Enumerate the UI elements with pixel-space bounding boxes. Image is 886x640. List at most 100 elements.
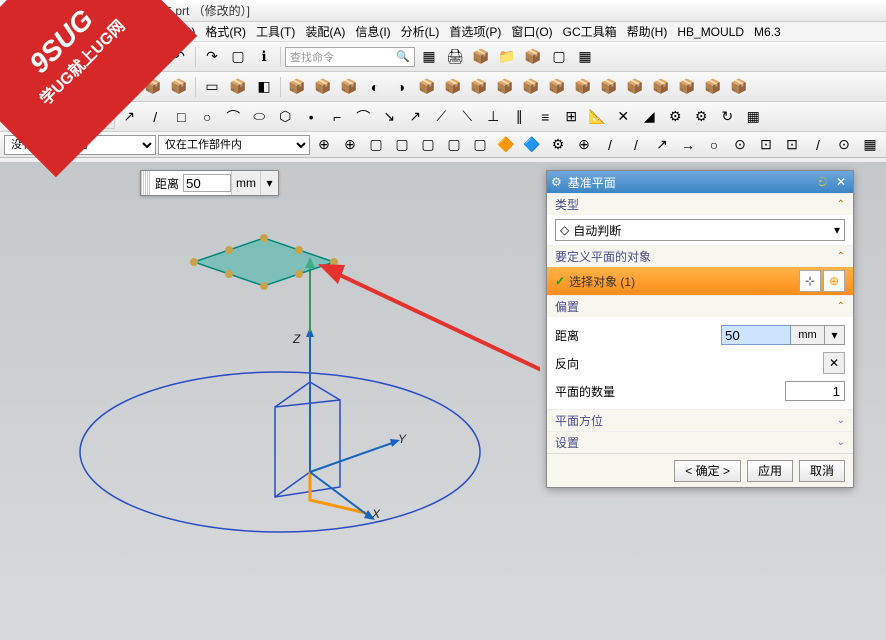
filter-tool[interactable]: ⊙ xyxy=(728,133,752,157)
sketch-tool[interactable]: / xyxy=(143,105,167,129)
filter-tool[interactable]: ⊡ xyxy=(780,133,804,157)
sketch-tool[interactable]: ⌒ xyxy=(221,105,245,129)
filter-tool[interactable]: / xyxy=(598,133,622,157)
menu-item[interactable]: 工具(T) xyxy=(256,23,295,40)
sketch-tool[interactable]: ⟍ xyxy=(455,105,479,129)
filter-tool[interactable]: ⊕ xyxy=(572,133,596,157)
toolbar-button[interactable]: 📦 xyxy=(337,75,361,99)
sketch-tool[interactable]: ◢ xyxy=(637,105,661,129)
toolbar-button[interactable]: 📦 xyxy=(597,75,621,99)
toolbar-button[interactable]: 📦 xyxy=(727,75,751,99)
toolbar-button[interactable]: ▭ xyxy=(200,75,224,99)
toolbar-button[interactable]: 📦 xyxy=(311,75,335,99)
selection-tool-2[interactable]: ⊕ xyxy=(823,270,845,292)
sketch-tool[interactable]: ⚙ xyxy=(689,105,713,129)
toolbar-button[interactable]: 📦 xyxy=(467,75,491,99)
selection-row[interactable]: ✓ 选择对象 (1) ⊹ ⊕ xyxy=(547,267,853,295)
cancel-button[interactable]: 取消 xyxy=(799,460,845,482)
apply-button[interactable]: 应用 xyxy=(747,460,793,482)
section-objects-header[interactable]: 要定义平面的对象 ⌃ xyxy=(547,245,853,267)
toolbar-button[interactable]: ◑ xyxy=(389,75,413,99)
filter-tool[interactable]: / xyxy=(624,133,648,157)
menu-item[interactable]: 帮助(H) xyxy=(627,23,668,40)
sketch-tool[interactable]: ▦ xyxy=(741,105,765,129)
filter-tool[interactable]: → xyxy=(676,133,700,157)
filter-tool[interactable]: / xyxy=(806,133,830,157)
sketch-tool[interactable]: ↻ xyxy=(715,105,739,129)
type-dropdown[interactable]: ◇ 自动判断 ▾ xyxy=(555,219,845,241)
menu-item[interactable]: 格式(R) xyxy=(205,23,246,40)
toolbar-button[interactable]: 📦 xyxy=(285,75,309,99)
toolbar-button[interactable]: 📦 xyxy=(493,75,517,99)
section-offset-header[interactable]: 偏置 ⌃ xyxy=(547,295,853,317)
filter-tool[interactable]: 🔷 xyxy=(520,133,544,157)
filter-tool[interactable]: ⊕ xyxy=(338,133,362,157)
sketch-tool[interactable]: ⟋ xyxy=(429,105,453,129)
toolbar-button[interactable]: 📁 xyxy=(495,45,519,69)
filter-tool[interactable]: ▢ xyxy=(416,133,440,157)
toolbar-button[interactable]: 📦 xyxy=(521,45,545,69)
section-settings-header[interactable]: 设置 ⌄ xyxy=(547,431,853,453)
filter-tool[interactable]: ▢ xyxy=(468,133,492,157)
toolbar-button[interactable]: ▦ xyxy=(417,45,441,69)
filter-tool[interactable]: ⊡ xyxy=(754,133,778,157)
menu-item[interactable]: GC工具箱 xyxy=(563,23,617,40)
filter-tool[interactable]: ⊙ xyxy=(832,133,856,157)
toolbar-button[interactable]: 📦 xyxy=(571,75,595,99)
toolbar-button[interactable]: 📦 xyxy=(167,75,191,99)
menu-item[interactable]: 信息(I) xyxy=(355,23,390,40)
menu-item[interactable]: HB_MOULD xyxy=(677,25,744,39)
close-icon[interactable]: ✕ xyxy=(833,175,849,189)
toolbar-button[interactable]: 📦 xyxy=(623,75,647,99)
toolbar-button[interactable]: ▢ xyxy=(547,45,571,69)
sketch-tool[interactable]: □ xyxy=(169,105,193,129)
toolbar-button[interactable]: ◐ xyxy=(363,75,387,99)
filter-tool[interactable]: ⚙ xyxy=(546,133,570,157)
filter-tool[interactable]: ▢ xyxy=(390,133,414,157)
toolbar-button[interactable]: 📦 xyxy=(226,75,250,99)
sketch-tool[interactable]: ⚙ xyxy=(663,105,687,129)
selection-tool-1[interactable]: ⊹ xyxy=(799,270,821,292)
reverse-button[interactable]: ✕ xyxy=(823,352,845,374)
toolbar-button[interactable]: 📦 xyxy=(441,75,465,99)
sketch-tool[interactable]: ⊞ xyxy=(559,105,583,129)
menu-item[interactable]: M6.3 xyxy=(754,25,781,39)
filter-tool[interactable]: ▢ xyxy=(364,133,388,157)
filter-tool[interactable]: ○ xyxy=(702,133,726,157)
toolbar-button[interactable]: 📦 xyxy=(649,75,673,99)
menu-item[interactable]: 装配(A) xyxy=(305,23,345,40)
sketch-tool[interactable]: ○ xyxy=(195,105,219,129)
sketch-tool[interactable]: ≡ xyxy=(533,105,557,129)
sketch-tool[interactable]: ↘ xyxy=(377,105,401,129)
dialog-titlebar[interactable]: ⚙ 基准平面 ච ✕ xyxy=(547,171,853,193)
toolbar-button[interactable]: ▦ xyxy=(573,45,597,69)
toolbar-button[interactable]: 📦 xyxy=(519,75,543,99)
filter-tool[interactable]: ⊕ xyxy=(312,133,336,157)
sketch-tool[interactable]: ⌐ xyxy=(325,105,349,129)
ok-button[interactable]: < 确定 > xyxy=(674,460,741,482)
filter-tool[interactable]: ▦ xyxy=(858,133,882,157)
sketch-tool[interactable]: ⌒ xyxy=(351,105,375,129)
toolbar-button[interactable]: 📦 xyxy=(469,45,493,69)
sketch-tool[interactable]: ⬭ xyxy=(247,105,271,129)
toolbar-button[interactable]: ▢ xyxy=(226,45,250,69)
sketch-tool[interactable]: 📐 xyxy=(585,105,609,129)
filter-tool[interactable]: 🔶 xyxy=(494,133,518,157)
sketch-tool[interactable]: ↗ xyxy=(403,105,427,129)
section-orient-header[interactable]: 平面方位 ⌄ xyxy=(547,409,853,431)
menu-item[interactable]: 窗口(O) xyxy=(511,23,552,40)
toolbar-button[interactable]: ◧ xyxy=(252,75,276,99)
filter-tool[interactable]: ↗ xyxy=(650,133,674,157)
toolbar-button[interactable]: ℹ xyxy=(252,45,276,69)
menu-item[interactable]: 分析(L) xyxy=(401,23,440,40)
count-input[interactable] xyxy=(785,381,845,401)
sketch-tool[interactable]: ∥ xyxy=(507,105,531,129)
distance-field-dropdown[interactable]: ▾ xyxy=(825,325,845,345)
menu-item[interactable]: 首选项(P) xyxy=(449,23,501,40)
toolbar-button[interactable]: ↷ xyxy=(200,45,224,69)
filter-tool[interactable]: ▢ xyxy=(442,133,466,157)
toolbar-button[interactable]: 📦 xyxy=(415,75,439,99)
toolbar-button[interactable]: 📦 xyxy=(545,75,569,99)
graphics-viewport[interactable]: 距离 mm ▾ xyxy=(0,162,886,640)
help-icon[interactable]: ච xyxy=(818,175,827,190)
